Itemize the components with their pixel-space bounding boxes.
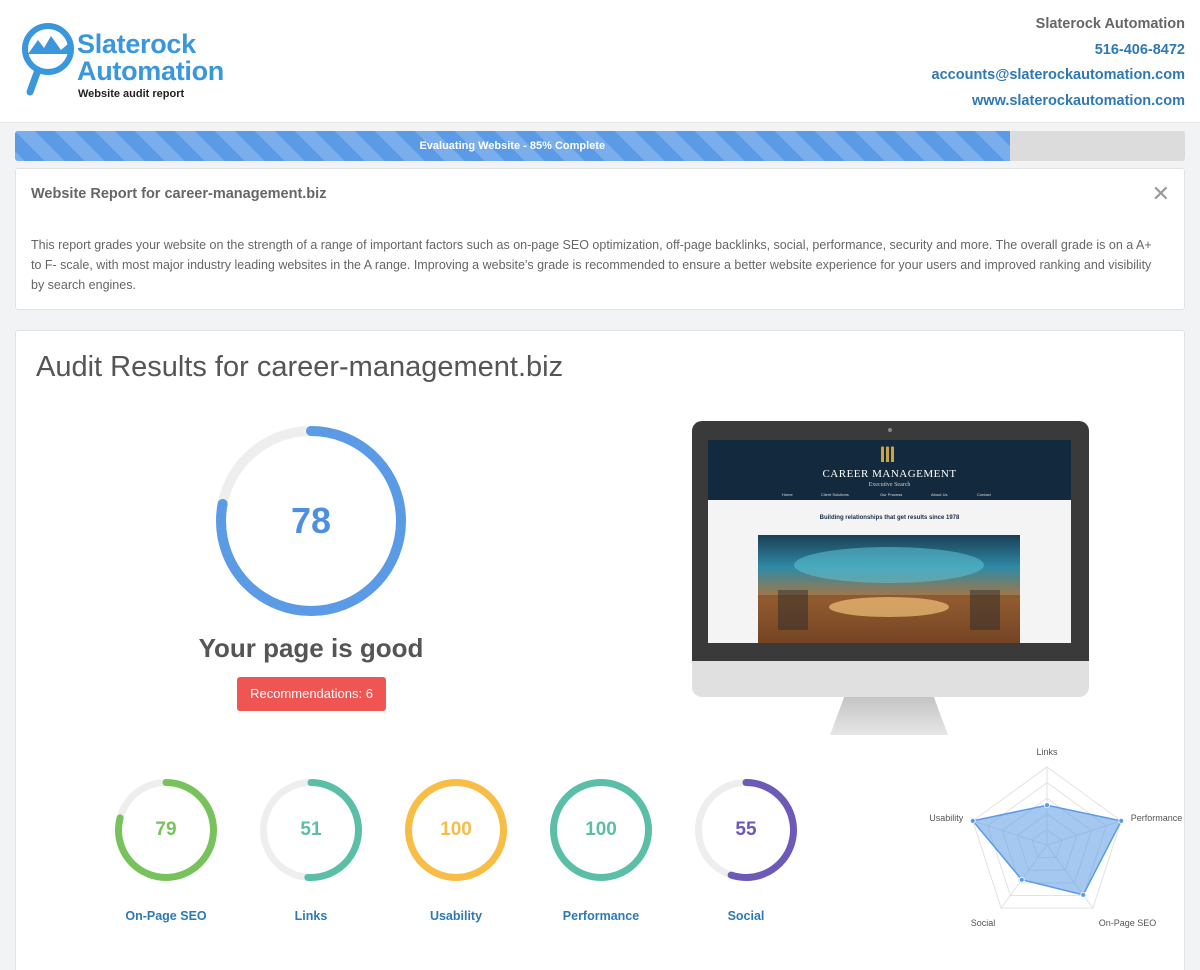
evaluation-progress-bar: Evaluating Website - 85% Complete: [15, 131, 1185, 161]
onpage-seo-score: 79: [155, 819, 177, 840]
radar-axis-label: On-Page SEO: [1099, 918, 1157, 928]
slaterock-logo[interactable]: Slaterock Automation Website audit repor…: [20, 18, 265, 108]
close-icon[interactable]: ✕: [1152, 181, 1170, 207]
report-description: This report grades your website on the s…: [31, 238, 1152, 292]
links-score: 51: [300, 819, 322, 840]
radar-data-point: [1018, 876, 1025, 883]
monitor-stand: [830, 697, 948, 735]
magnifier-logo-icon: [22, 23, 74, 96]
performance-score: 100: [585, 819, 617, 840]
site-nav-item: Contact: [977, 492, 991, 497]
links-label[interactable]: Links: [241, 909, 381, 923]
performance-label[interactable]: Performance: [531, 909, 671, 923]
report-title: Website Report for career-management.biz: [31, 186, 327, 202]
email-link[interactable]: accounts@slaterockautomation.com: [932, 63, 1185, 89]
logo-subtitle: Website audit report: [78, 88, 185, 100]
radar-axis-label: Links: [1036, 747, 1058, 757]
usability-label[interactable]: Usability: [386, 909, 526, 923]
site-nav-item: Client Solutions: [821, 492, 849, 497]
verdict-text: Your page is good: [198, 633, 424, 663]
category-radar-chart: Links Performance On-Page SEO Social Usabili…: [929, 747, 1183, 928]
monitor-camera: [888, 428, 892, 432]
company-name: Slaterock Automation: [1035, 16, 1185, 32]
onpage-seo-label[interactable]: On-Page SEO: [96, 909, 236, 923]
radar-axis-label: Usability: [929, 813, 964, 823]
phone-link[interactable]: 516-406-8472: [932, 38, 1185, 64]
radar-data-point: [969, 817, 976, 824]
report-intro-panel: Website Report for career-management.biz…: [15, 168, 1185, 310]
site-logo-icon: [880, 446, 895, 462]
radar-data-point: [1118, 817, 1125, 824]
mall-photo-illustration: [758, 547, 1020, 643]
site-screenshot: CAREER MANAGEMENT Executive Search Home …: [708, 440, 1071, 643]
contact-block: Slaterock Automation 516-406-8472 accoun…: [932, 12, 1185, 115]
audit-title: Audit Results for career-management.biz: [36, 351, 564, 383]
header: Slaterock Automation Website audit repor…: [0, 0, 1200, 123]
radar-data-point: [1044, 802, 1050, 809]
site-nav-item: About Us: [931, 492, 948, 497]
website-link[interactable]: www.slaterockautomation.com: [932, 89, 1185, 115]
site-nav: Home Client Solutions Our Process About …: [708, 492, 1071, 500]
logo-wordmark-line2: Automation: [77, 56, 224, 86]
usability-score: 100: [440, 819, 472, 840]
website-screenshot-monitor: CAREER MANAGEMENT Executive Search Home …: [692, 421, 1090, 741]
site-subtitle: Executive Search: [868, 482, 911, 488]
radar-axis-label: Social: [971, 918, 996, 928]
radar-data-point: [1080, 891, 1087, 898]
logo-wordmark-line1: Slaterock: [77, 29, 196, 59]
overall-score: 78: [290, 500, 332, 541]
site-nav-item: Home: [782, 492, 793, 497]
site-header: CAREER MANAGEMENT Executive Search Home …: [708, 440, 1071, 500]
site-hero-image: [758, 535, 1020, 643]
progress-label: Evaluating Website - 85% Complete: [419, 140, 606, 152]
recommendations-button[interactable]: Recommendations: 6: [237, 677, 386, 711]
audit-results-panel: Audit Results for career-management.biz …: [15, 330, 1185, 970]
site-title: CAREER MANAGEMENT: [822, 468, 957, 480]
site-nav-item: Our Process: [880, 492, 903, 497]
site-tagline: Building relationships that get results …: [819, 515, 960, 521]
social-score: 55: [735, 819, 757, 840]
social-label[interactable]: Social: [676, 909, 816, 923]
monitor-chin: [692, 661, 1089, 697]
monitor-bezel: CAREER MANAGEMENT Executive Search Home …: [692, 421, 1089, 661]
radar-axis-label: Performance: [1131, 813, 1183, 823]
